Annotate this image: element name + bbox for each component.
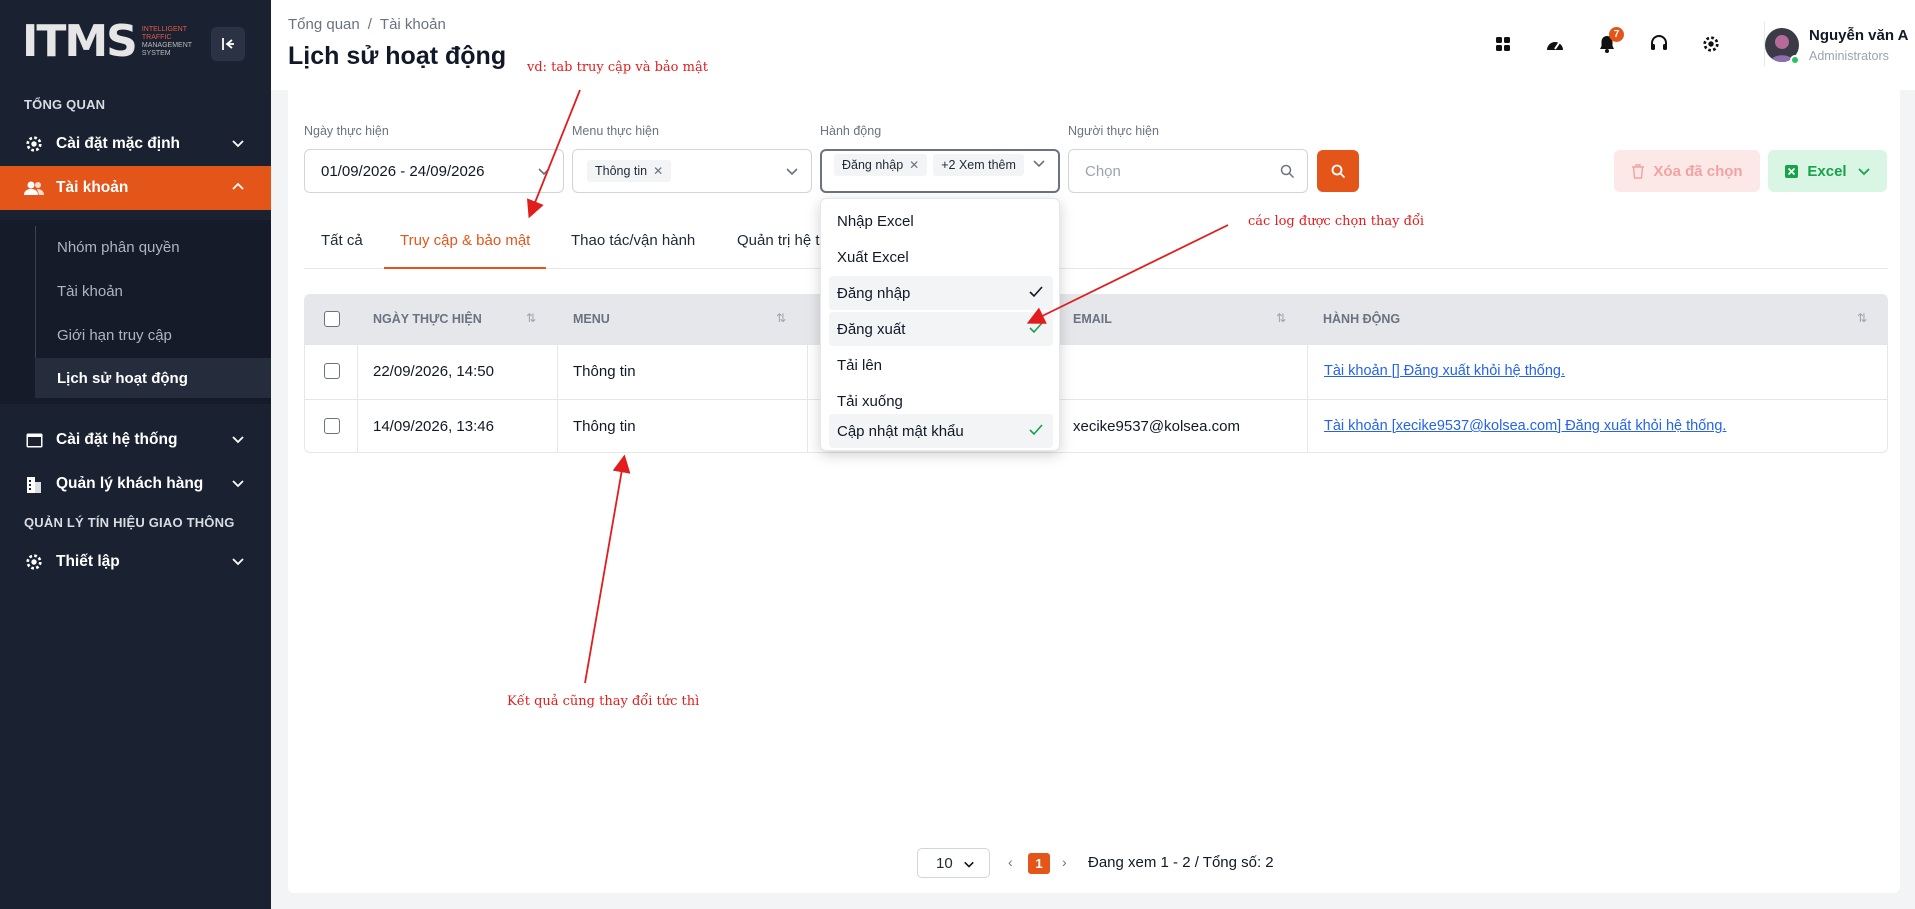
- annotation-arrow: [526, 89, 581, 219]
- annotation-arrow: [584, 454, 631, 684]
- annotation-arrow: [1026, 224, 1229, 324]
- annotation-arrows: [526, 89, 1229, 684]
